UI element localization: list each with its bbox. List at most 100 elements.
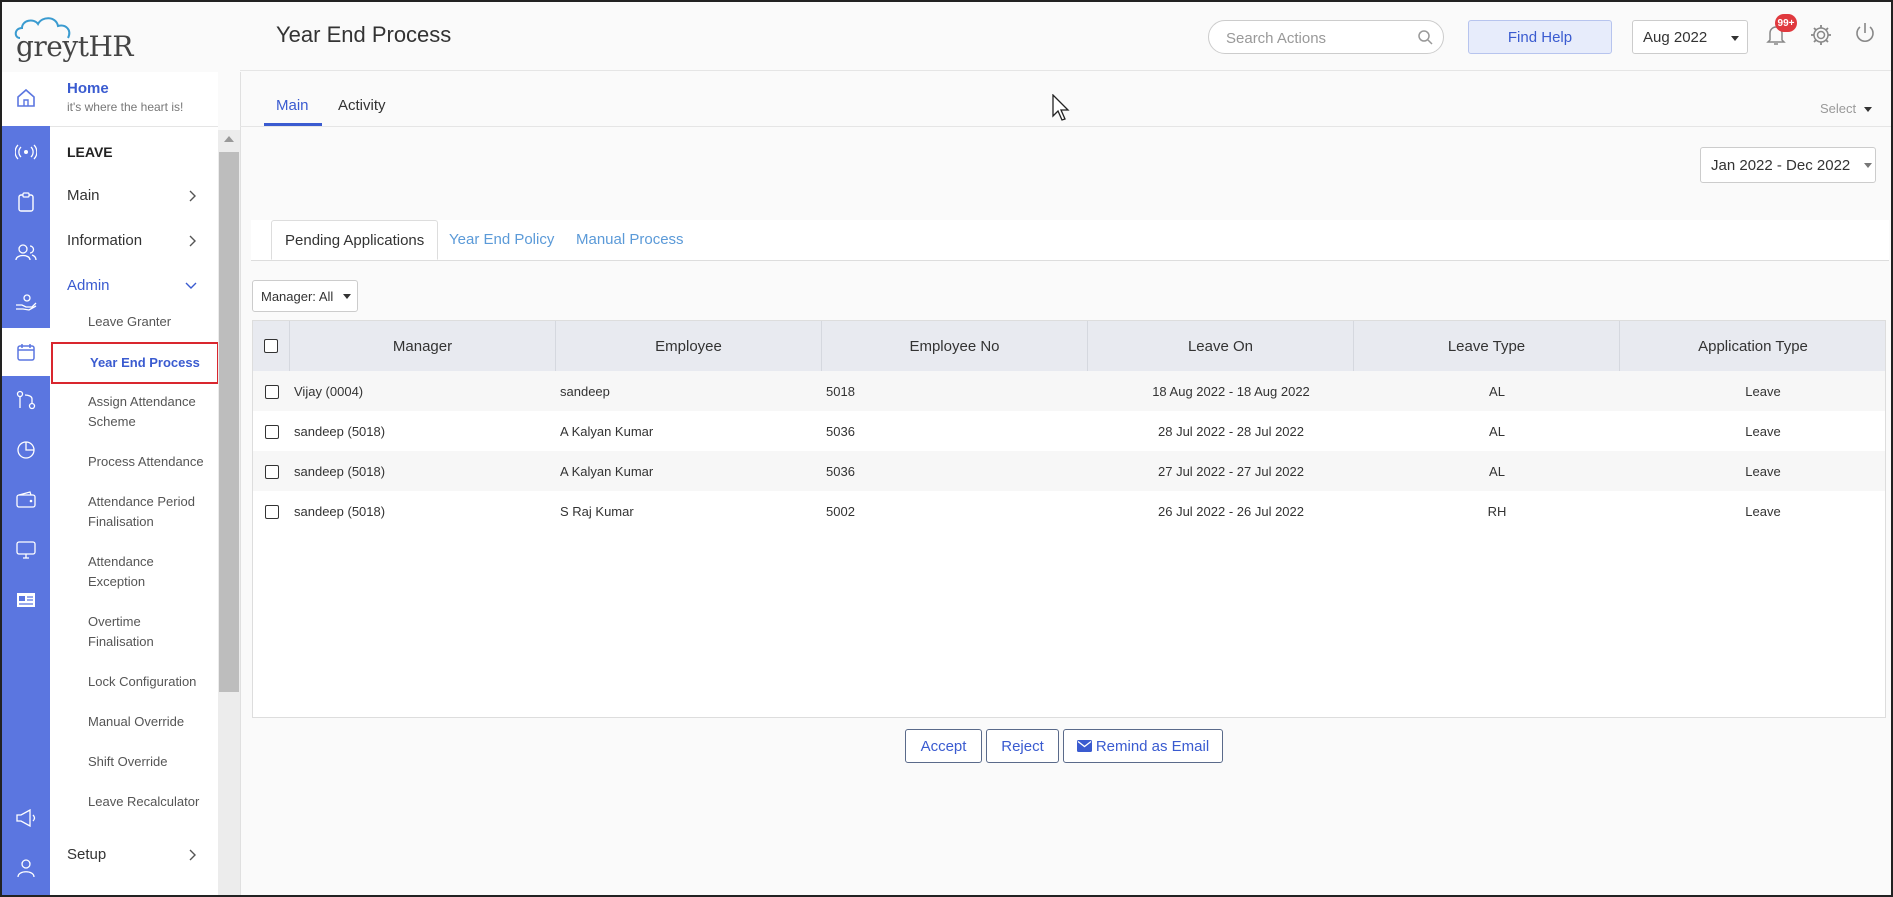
monitor-icon[interactable] [14,538,38,562]
flow-icon[interactable] [14,388,38,412]
greythr-logo[interactable]: greytHR [14,14,133,63]
admin-item-attendance-exception[interactable]: Attendance Exception [88,552,208,592]
cell-leave-type: RH [1487,503,1507,519]
row-checkbox[interactable] [265,505,279,519]
accept-button[interactable]: Accept [905,729,982,763]
logo-text: greytHR [16,30,133,63]
cell-employee: A Kalyan Kumar [560,423,654,439]
cell-employee: sandeep [560,383,610,399]
column-header-leave-type[interactable]: Leave Type [1354,321,1620,371]
reject-button[interactable]: Reject [986,729,1059,763]
column-header-employee[interactable]: Employee [556,321,822,371]
period-value: Jan 2022 - Dec 2022 [1711,156,1851,174]
gear-icon[interactable] [1810,24,1832,51]
people-icon[interactable] [14,240,38,264]
find-help-button[interactable]: Find Help [1468,20,1612,54]
broadcast-icon[interactable] [14,140,38,164]
notification-badge: 99+ [1775,14,1797,32]
manager-filter[interactable]: Manager: All [252,280,358,312]
home-subtitle: it's where the heart is! [67,100,184,114]
menu-scrollbar[interactable] [218,130,240,895]
table-row[interactable]: Vijay (0004) sandeep 5018 18 Aug 2022 - … [253,371,1885,411]
news-icon[interactable] [14,588,38,612]
period-select[interactable]: Jan 2022 - Dec 2022 [1700,147,1876,183]
cell-leave-on: 27 Jul 2022 - 27 Jul 2022 [1158,463,1304,479]
cell-employee: S Raj Kumar [560,503,634,519]
caret-down-icon [1864,107,1872,112]
cell-manager: Vijay (0004) [294,383,364,399]
select-dropdown[interactable]: Select [1820,101,1872,116]
cell-leave-on: 26 Jul 2022 - 26 Jul 2022 [1158,503,1304,519]
sidebar-item-main[interactable]: Main [67,187,197,204]
home-title[interactable]: Home [67,80,183,97]
home-icon[interactable] [16,88,36,108]
mouse-cursor-icon [1052,94,1070,121]
admin-item-process-attendance[interactable]: Process Attendance [88,452,208,472]
manager-filter-value: Manager: All [261,288,334,304]
power-icon[interactable] [1854,22,1876,49]
admin-item-manual-override[interactable]: Manual Override [88,712,208,732]
sidebar-item-information-label: Information [67,232,143,249]
column-header-manager[interactable]: Manager [290,321,556,371]
admin-item-leave-recalculator[interactable]: Leave Recalculator [88,792,208,812]
cell-leave-type: AL [1489,383,1505,399]
admin-item-overtime-finalisation[interactable]: Overtime Finalisation [88,612,208,652]
cell-employee-no: 5018 [826,383,855,399]
tab-activity[interactable]: Activity [338,97,386,114]
select-all-checkbox[interactable] [264,339,278,353]
row-checkbox[interactable] [265,425,279,439]
month-select[interactable]: Aug 2022 [1632,20,1748,54]
sidebar-item-admin[interactable]: Admin [67,277,197,294]
admin-item-year-end-process[interactable]: Year End Process [51,342,219,384]
remind-as-email-button[interactable]: Remind as Email [1063,729,1223,763]
sidebar-item-setup[interactable]: Setup [67,846,197,863]
search-input[interactable] [1224,29,1418,48]
row-checkbox[interactable] [265,385,279,399]
column-header-application-type[interactable]: Application Type [1620,321,1886,371]
admin-item-lock-configuration[interactable]: Lock Configuration [88,672,208,692]
scroll-up-arrow-icon[interactable] [224,136,234,142]
clipboard-icon[interactable] [14,190,38,214]
tab-main[interactable]: Main [276,97,309,114]
cell-leave-on: 18 Aug 2022 - 18 Aug 2022 [1152,383,1310,399]
chevron-down-icon [185,282,197,289]
tabs-divider [240,126,1891,127]
chevron-right-icon [189,190,196,201]
month-value: Aug 2022 [1643,28,1708,46]
rail-home[interactable] [2,72,50,126]
hand-icon[interactable] [14,290,38,314]
cell-application-type: Leave [1745,383,1781,399]
cell-application-type: Leave [1745,503,1781,519]
remind-as-email-label: Remind as Email [1095,737,1210,755]
row-checkbox[interactable] [265,465,279,479]
calendar-icon[interactable] [2,328,50,376]
column-header-leave-on[interactable]: Leave On [1088,321,1354,371]
sidebar-item-admin-label: Admin [67,277,110,294]
admin-item-attendance-period-finalisation[interactable]: Attendance Period Finalisation [88,492,208,532]
sidebar-item-setup-label: Setup [67,846,107,863]
user-icon[interactable] [14,856,38,880]
select-label: Select [1820,101,1857,116]
scrollbar-thumb[interactable] [219,152,239,692]
pie-chart-icon[interactable] [14,438,38,462]
sidebar-item-information[interactable]: Information [67,232,197,249]
search-icon[interactable] [1417,29,1433,50]
cell-manager: sandeep (5018) [294,503,386,519]
table-row[interactable]: sandeep (5018) S Raj Kumar 5002 26 Jul 2… [253,491,1885,531]
column-header-employee-no[interactable]: Employee No [822,321,1088,371]
subtab-pending-applications[interactable]: Pending Applications [271,220,439,260]
wallet-icon[interactable] [14,488,38,512]
subtab-year-end-policy[interactable]: Year End Policy [436,220,567,258]
page-title: Year End Process [276,22,452,47]
megaphone-icon[interactable] [14,806,38,830]
home-link[interactable]: Home it's where the heart is! [67,80,183,114]
admin-item-assign-attendance-scheme[interactable]: Assign Attendance Scheme [88,392,208,432]
subtab-manual-process[interactable]: Manual Process [563,220,697,258]
table-row[interactable]: sandeep (5018) A Kalyan Kumar 5036 28 Ju… [253,411,1885,451]
table-header: Manager Employee Employee No Leave On Le… [253,321,1885,372]
table-row[interactable]: sandeep (5018) A Kalyan Kumar 5036 27 Ju… [253,451,1885,491]
admin-item-leave-granter[interactable]: Leave Granter [88,312,208,332]
search-box[interactable] [1208,20,1444,54]
chevron-right-icon [189,849,196,860]
admin-item-shift-override[interactable]: Shift Override [88,752,208,772]
